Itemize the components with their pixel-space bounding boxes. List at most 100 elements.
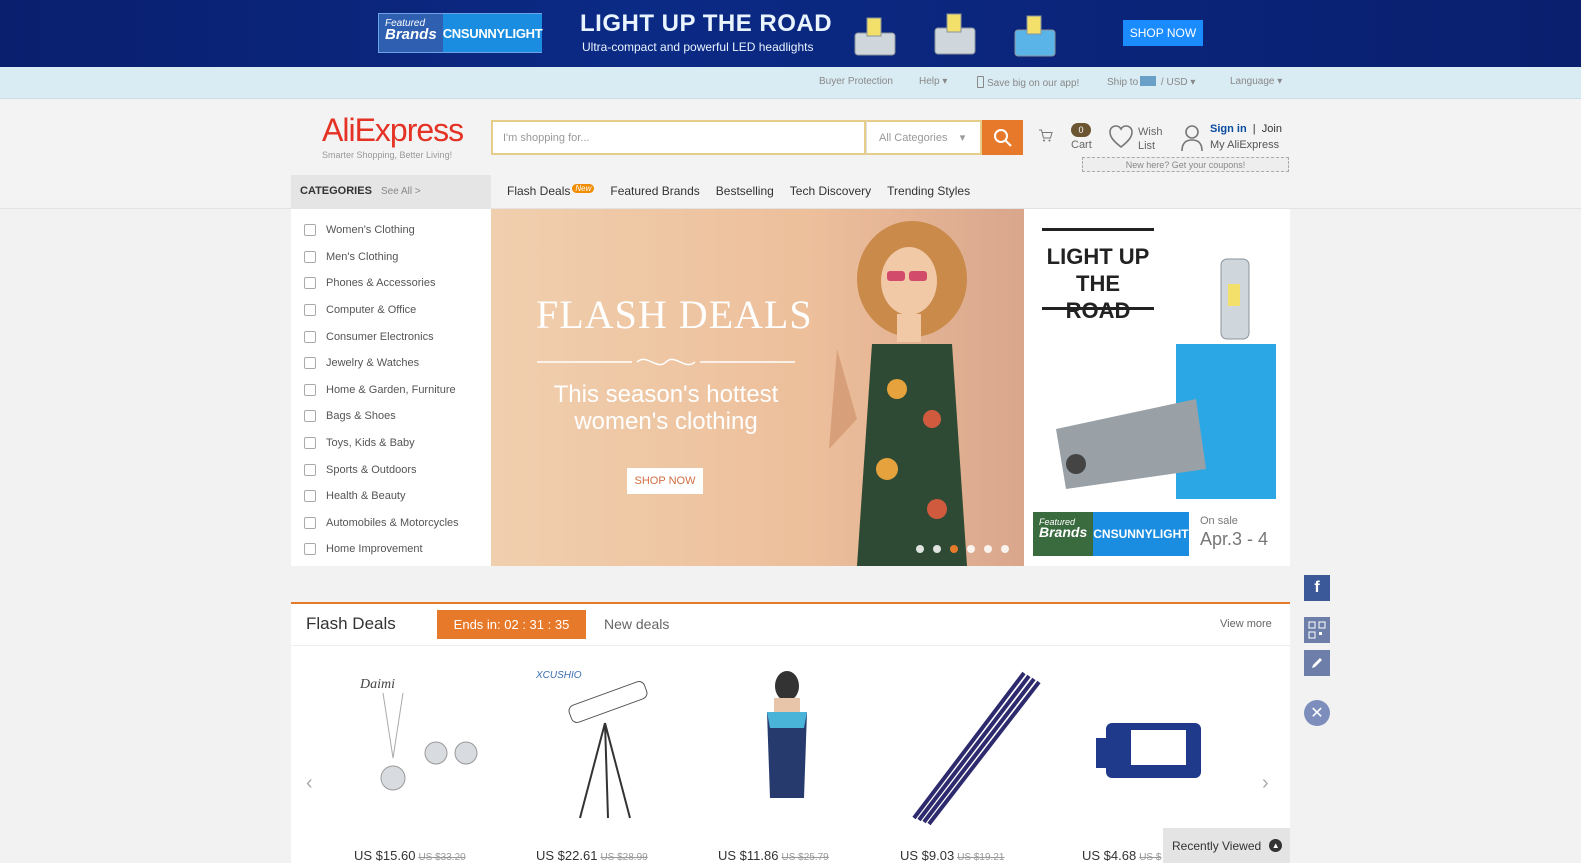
category-select[interactable]: All Categories ▾: [866, 120, 982, 155]
search-input[interactable]: I'm shopping for...: [491, 120, 866, 155]
wish-list-link[interactable]: Wish List: [1138, 125, 1162, 153]
facebook-icon[interactable]: f: [1304, 575, 1330, 601]
carousel-dot[interactable]: [1001, 545, 1009, 553]
featured-brands-badge: Featured Brands CNSUNNYLIGHT: [378, 13, 543, 53]
price-current: US $4.68: [1082, 848, 1137, 863]
category-item-computer[interactable]: Computer & Office: [291, 297, 491, 324]
help-label: Help: [919, 76, 940, 87]
search-button[interactable]: [982, 120, 1023, 155]
aliexpress-logo[interactable]: AliExpress: [322, 112, 464, 149]
category-item-bags-shoes[interactable]: Bags & Shoes: [291, 403, 491, 430]
user-icon: [1181, 125, 1203, 152]
price-current: US $22.61: [536, 848, 598, 863]
product-price: US $4.68 US $: [1082, 848, 1161, 863]
carousel-dot[interactable]: [916, 545, 924, 553]
category-label: Home & Garden, Furniture: [326, 383, 456, 396]
banner-subtitle: Ultra-compact and powerful LED headlight…: [582, 40, 814, 54]
main-nav-tabs: Flash Deals New Featured Brands Bestselli…: [507, 184, 986, 198]
category-item-home-improvement[interactable]: Home Improvement: [291, 536, 491, 563]
category-label: Automobiles & Motorcycles: [326, 516, 459, 529]
category-item-jewelry[interactable]: Jewelry & Watches: [291, 350, 491, 377]
brand-name: CNSUNNYLIGHT: [442, 14, 543, 52]
ship-to-label: Ship to: [1107, 77, 1139, 88]
see-all-link[interactable]: See All >: [381, 186, 421, 197]
qr-code-icon[interactable]: [1304, 617, 1330, 643]
product-image-jewelry[interactable]: Daimi: [348, 668, 498, 830]
lipstick-icon: [304, 490, 316, 503]
chevron-right-icon[interactable]: ›: [1262, 772, 1269, 795]
category-item-toys[interactable]: Toys, Kids & Baby: [291, 430, 491, 457]
category-label: Toys, Kids & Baby: [326, 437, 415, 450]
hero-title: FLASH DEALS: [536, 292, 813, 337]
recently-viewed-tab[interactable]: Recently Viewed ▲: [1163, 828, 1290, 863]
tab-flash-deals[interactable]: Flash Deals New: [507, 184, 595, 198]
sign-in-link[interactable]: Sign in: [1210, 123, 1247, 135]
language-label: Language: [1230, 76, 1275, 87]
chevron-left-icon[interactable]: ‹: [306, 772, 313, 795]
language-selector[interactable]: Language ▾: [1230, 76, 1282, 87]
category-item-electronics[interactable]: Consumer Electronics: [291, 323, 491, 350]
banner-shop-now-button[interactable]: SHOP NOW: [1123, 20, 1203, 46]
carousel-dot[interactable]: [984, 545, 992, 553]
cart-count-badge: 0: [1071, 123, 1091, 137]
sign-in-group: Sign in | Join: [1210, 123, 1282, 135]
product-image-swimsuit[interactable]: [712, 668, 862, 830]
category-item-home-garden[interactable]: Home & Garden, Furniture: [291, 377, 491, 404]
category-item-health-beauty[interactable]: Health & Beauty: [291, 483, 491, 510]
headlight-bulbs-image: [854, 13, 1056, 57]
ship-to-selector[interactable]: Ship to / USD ▾: [1107, 76, 1195, 88]
category-item-phones[interactable]: Phones & Accessories: [291, 270, 491, 297]
category-item-womens-clothing[interactable]: Women's Clothing: [291, 217, 491, 244]
category-label: Women's Clothing: [326, 224, 415, 237]
new-badge: New: [572, 184, 595, 193]
hero-carousel[interactable]: FLASH DEALS This season's hottest women's…: [491, 209, 1024, 566]
side-brand-name: CNSUNNYLIGHT: [1093, 512, 1189, 556]
new-deals-tab[interactable]: New deals: [604, 616, 669, 632]
hero-shop-now-button[interactable]: SHOP NOW: [627, 468, 703, 494]
utility-bar: Buyer Protection Help ▾ Save big on our …: [0, 67, 1581, 99]
app-promo-link[interactable]: Save big on our app!: [977, 76, 1079, 89]
svg-text:Daimi: Daimi: [359, 677, 395, 692]
category-item-mens-clothing[interactable]: Men's Clothing: [291, 244, 491, 271]
carousel-dot[interactable]: [967, 545, 975, 553]
side-featured-label: Featured Brands: [1033, 512, 1094, 556]
category-list: Women's Clothing Men's Clothing Phones &…: [291, 209, 491, 566]
buyer-protection-link[interactable]: Buyer Protection: [819, 76, 893, 87]
pencil-icon: [1312, 658, 1322, 668]
feedback-pencil-icon[interactable]: [1304, 650, 1330, 676]
side-promo-banner[interactable]: LIGHT UP THE ROAD Featured Brands CNSUNNYL…: [1024, 209, 1290, 566]
tab-featured-brands[interactable]: Featured Brands: [610, 184, 699, 198]
chevron-up-icon: ▲: [1269, 839, 1283, 852]
recently-viewed-label: Recently Viewed: [1172, 838, 1262, 853]
carousel-dot[interactable]: [933, 545, 941, 553]
help-menu[interactable]: Help ▾: [919, 76, 947, 87]
tab-bestselling[interactable]: Bestselling: [716, 184, 774, 198]
category-item-sports[interactable]: Sports & Outdoors: [291, 456, 491, 483]
view-more-link[interactable]: View more: [1220, 618, 1272, 630]
logo-tagline: Smarter Shopping, Better Living!: [322, 150, 453, 160]
product-image-obd-scanner[interactable]: [1076, 668, 1226, 830]
coupon-banner[interactable]: New here? Get your coupons!: [1082, 157, 1289, 172]
product-image-telescope[interactable]: XCUSHIO: [530, 668, 680, 830]
price-original: US $28.99: [600, 852, 648, 863]
cart-icon[interactable]: [1038, 122, 1068, 150]
category-label: Health & Beauty: [326, 490, 406, 503]
tab-trending-styles[interactable]: Trending Styles: [887, 184, 970, 198]
heart-icon[interactable]: [1108, 124, 1134, 150]
product-image-fishing-rods[interactable]: [894, 668, 1044, 830]
app-promo-label: Save big on our app!: [987, 78, 1080, 89]
carousel-dot-active[interactable]: [950, 545, 958, 553]
flag-icon: [1140, 76, 1157, 86]
tab-tech-discovery[interactable]: Tech Discovery: [790, 184, 871, 198]
price-original: US $19.21: [957, 852, 1005, 863]
cart-label[interactable]: Cart: [1071, 139, 1092, 151]
ornament-divider-icon: [537, 358, 795, 366]
close-icon[interactable]: ✕: [1304, 700, 1330, 726]
category-select-label: All Categories: [879, 131, 948, 144]
product-price: US $15.60 US $33.20: [354, 848, 466, 863]
category-item-automobiles[interactable]: Automobiles & Motorcycles: [291, 510, 491, 537]
featured-brands-label: Featured Brands: [379, 14, 443, 52]
phone-icon: [304, 277, 316, 290]
my-aliexpress-link[interactable]: My AliExpress: [1210, 139, 1279, 151]
join-link[interactable]: Join: [1262, 123, 1282, 135]
